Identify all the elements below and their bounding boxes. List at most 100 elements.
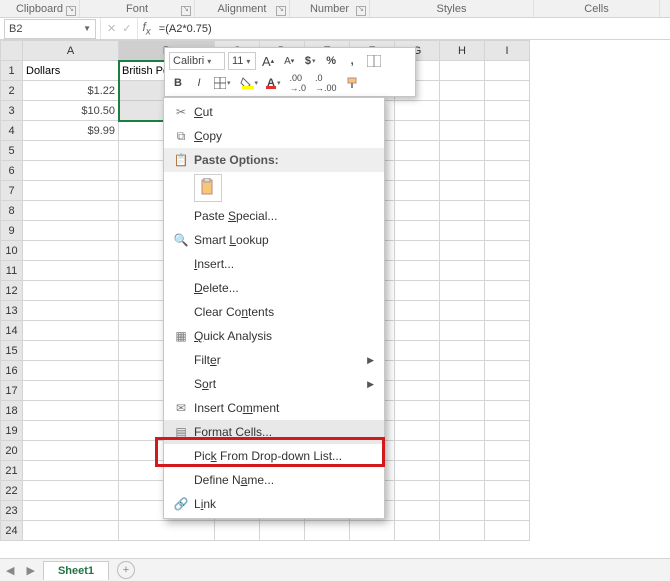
cell-A20[interactable] <box>23 441 119 461</box>
row-header-13[interactable]: 13 <box>1 301 23 321</box>
cell-I15[interactable] <box>485 341 530 361</box>
cell-A3[interactable]: $10.50 <box>23 101 119 121</box>
tab-nav-next[interactable]: ▶ <box>20 564 40 577</box>
font-color-icon[interactable]: A▾ <box>264 74 283 92</box>
cell-I19[interactable] <box>485 421 530 441</box>
increase-font-icon[interactable]: A▴ <box>259 52 277 70</box>
ctx-clear-contents[interactable]: Clear Contents <box>164 300 384 324</box>
cell-H11[interactable] <box>440 261 485 281</box>
sheet-tab-active[interactable]: Sheet1 <box>43 561 109 580</box>
cell-G10[interactable] <box>395 241 440 261</box>
font-family-select[interactable]: Calibri▾ <box>169 52 225 70</box>
cell-H3[interactable] <box>440 101 485 121</box>
fx-icon[interactable]: fx <box>138 20 154 37</box>
bold-button[interactable]: B <box>169 74 187 92</box>
cell-H13[interactable] <box>440 301 485 321</box>
cell-G4[interactable] <box>395 121 440 141</box>
cell-G19[interactable] <box>395 421 440 441</box>
cell-H24[interactable] <box>440 521 485 541</box>
cell-H22[interactable] <box>440 481 485 501</box>
cell-G21[interactable] <box>395 461 440 481</box>
dialog-launcher-icon[interactable] <box>181 6 191 16</box>
column-header-A[interactable]: A <box>23 41 119 61</box>
row-header-7[interactable]: 7 <box>1 181 23 201</box>
cell-I8[interactable] <box>485 201 530 221</box>
fill-color-icon[interactable]: ▾ <box>237 74 262 92</box>
cell-I2[interactable] <box>485 81 530 101</box>
cell-A12[interactable] <box>23 281 119 301</box>
cell-A10[interactable] <box>23 241 119 261</box>
cell-A18[interactable] <box>23 401 119 421</box>
cell-A2[interactable]: $1.22 <box>23 81 119 101</box>
cell-A14[interactable] <box>23 321 119 341</box>
cell-I21[interactable] <box>485 461 530 481</box>
row-header-10[interactable]: 10 <box>1 241 23 261</box>
format-painter-icon[interactable] <box>343 74 363 92</box>
cell-G15[interactable] <box>395 341 440 361</box>
cell-I1[interactable] <box>485 61 530 81</box>
row-header-15[interactable]: 15 <box>1 341 23 361</box>
cell-H2[interactable] <box>440 81 485 101</box>
cell-I6[interactable] <box>485 161 530 181</box>
cell-H4[interactable] <box>440 121 485 141</box>
increase-decimal-icon[interactable]: .0→.00 <box>312 74 340 92</box>
cell-A4[interactable]: $9.99 <box>23 121 119 141</box>
tab-nav-prev[interactable]: ◀ <box>0 564 20 577</box>
cell-G11[interactable] <box>395 261 440 281</box>
ctx-quick-analysis[interactable]: ▦Quick Analysis <box>164 324 384 348</box>
decrease-decimal-icon[interactable]: .00→.0 <box>287 74 310 92</box>
ctx-insert-comment[interactable]: ✉Insert Comment <box>164 396 384 420</box>
cell-B24[interactable] <box>119 521 215 541</box>
cell-H7[interactable] <box>440 181 485 201</box>
cell-I16[interactable] <box>485 361 530 381</box>
ctx-define-name[interactable]: Define Name... <box>164 468 384 492</box>
cell-I4[interactable] <box>485 121 530 141</box>
cell-H10[interactable] <box>440 241 485 261</box>
row-header-16[interactable]: 16 <box>1 361 23 381</box>
cell-I14[interactable] <box>485 321 530 341</box>
cell-G12[interactable] <box>395 281 440 301</box>
font-size-select[interactable]: 11▾ <box>228 52 256 70</box>
cell-A22[interactable] <box>23 481 119 501</box>
italic-button[interactable]: I <box>190 74 208 92</box>
cell-A24[interactable] <box>23 521 119 541</box>
ctx-pick-from-list[interactable]: Pick From Drop-down List... <box>164 444 384 468</box>
ctx-smart-lookup[interactable]: 🔍Smart Lookup <box>164 228 384 252</box>
row-header-19[interactable]: 19 <box>1 421 23 441</box>
cell-A16[interactable] <box>23 361 119 381</box>
cell-A7[interactable] <box>23 181 119 201</box>
cell-I24[interactable] <box>485 521 530 541</box>
cell-I13[interactable] <box>485 301 530 321</box>
row-header-23[interactable]: 23 <box>1 501 23 521</box>
row-header-5[interactable]: 5 <box>1 141 23 161</box>
cell-H17[interactable] <box>440 381 485 401</box>
cell-A21[interactable] <box>23 461 119 481</box>
cell-I5[interactable] <box>485 141 530 161</box>
cell-G24[interactable] <box>395 521 440 541</box>
cell-A11[interactable] <box>23 261 119 281</box>
cell-I12[interactable] <box>485 281 530 301</box>
row-header-22[interactable]: 22 <box>1 481 23 501</box>
cell-G18[interactable] <box>395 401 440 421</box>
enter-icon[interactable]: ✓ <box>122 22 131 35</box>
cell-H1[interactable] <box>440 61 485 81</box>
cell-A8[interactable] <box>23 201 119 221</box>
cell-A9[interactable] <box>23 221 119 241</box>
cell-A5[interactable] <box>23 141 119 161</box>
cell-G9[interactable] <box>395 221 440 241</box>
cell-G5[interactable] <box>395 141 440 161</box>
cell-H16[interactable] <box>440 361 485 381</box>
decrease-font-icon[interactable]: A▾ <box>280 52 298 70</box>
row-header-9[interactable]: 9 <box>1 221 23 241</box>
cell-I10[interactable] <box>485 241 530 261</box>
cell-H20[interactable] <box>440 441 485 461</box>
row-header-17[interactable]: 17 <box>1 381 23 401</box>
cell-E24[interactable] <box>305 521 350 541</box>
ctx-paste-special[interactable]: Paste Special... <box>164 204 384 228</box>
cell-G13[interactable] <box>395 301 440 321</box>
ctx-sort[interactable]: Sort▶ <box>164 372 384 396</box>
cell-H12[interactable] <box>440 281 485 301</box>
cell-I7[interactable] <box>485 181 530 201</box>
cell-I20[interactable] <box>485 441 530 461</box>
cell-H15[interactable] <box>440 341 485 361</box>
